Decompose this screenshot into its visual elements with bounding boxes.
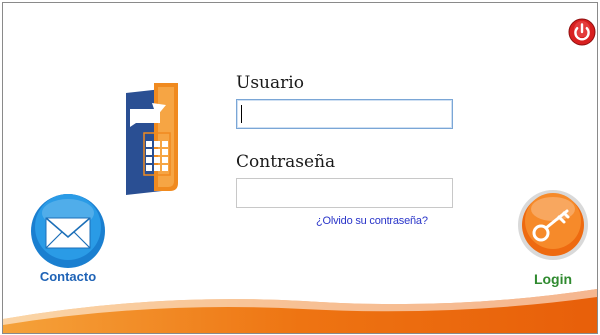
power-icon [568,18,596,46]
password-input[interactable] [236,178,453,208]
decorative-wave [3,289,597,333]
envelope-icon [31,194,105,268]
username-input[interactable] [236,99,453,129]
app-logo [126,83,178,195]
password-label: Contraseña [236,152,336,172]
forgot-password-link[interactable]: ¿Olvido su contraseña? [316,215,428,227]
text-caret [241,105,242,123]
power-button[interactable] [568,18,596,46]
login-window: Usuario Contraseña ¿Olvido su contraseña… [2,2,598,334]
key-icon [518,190,588,260]
login-button[interactable]: Login [513,189,593,289]
username-label: Usuario [236,73,304,93]
